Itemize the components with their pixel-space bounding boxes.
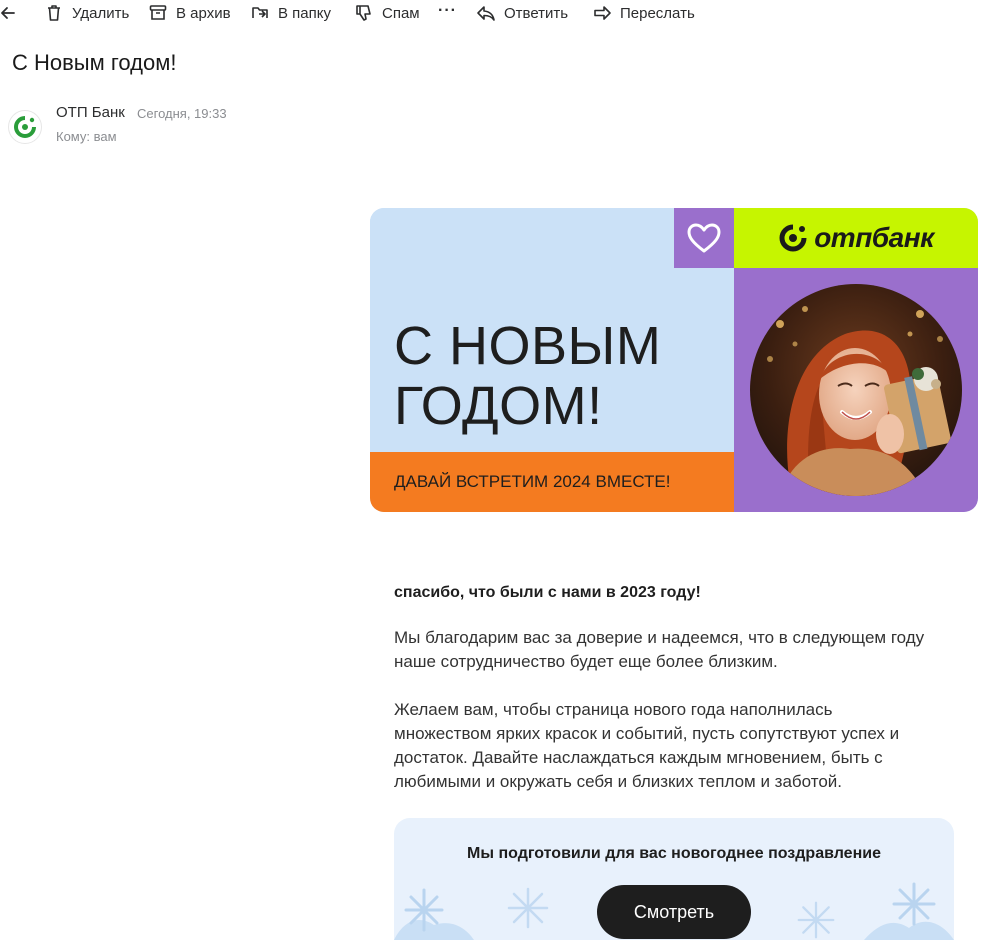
greeting-text: спасибо, что были с нами в 2023 году! bbox=[394, 584, 701, 601]
snowflake-icon bbox=[394, 888, 474, 940]
banner-title-line2: ГОДОМ! bbox=[394, 376, 603, 436]
body-paragraph-1: Мы благодарим вас за доверие и надеемся,… bbox=[394, 628, 925, 671]
woman-with-gift-photo bbox=[750, 284, 962, 496]
banner-title-line1: С НОВЫМ bbox=[394, 316, 662, 376]
snowflake-icon bbox=[507, 887, 549, 929]
banner-heart-tile bbox=[674, 208, 734, 268]
archive-button[interactable]: В архив bbox=[148, 3, 231, 23]
thumbs-down-icon bbox=[356, 5, 371, 21]
message-subject: С Новым годом! bbox=[12, 50, 177, 75]
otp-logo-icon bbox=[14, 116, 36, 138]
recipient-line: Кому: вам bbox=[56, 129, 117, 144]
banner-subtitle: ДАВАЙ ВСТРЕТИМ 2024 ВМЕСТЕ! bbox=[394, 472, 671, 491]
sender-avatar[interactable] bbox=[8, 110, 42, 144]
new-year-banner[interactable]: С НОВЫМ ГОДОМ! ДАВАЙ ВСТРЕТИМ 2024 ВМЕСТ… bbox=[370, 208, 978, 512]
sent-time: Сегодня, 19:33 bbox=[137, 106, 227, 121]
trash-icon bbox=[48, 5, 60, 21]
move-to-folder-button[interactable]: В папку bbox=[250, 3, 331, 23]
forward-icon bbox=[594, 6, 611, 20]
delete-button[interactable]: Удалить bbox=[44, 3, 129, 23]
snowflake-icon bbox=[864, 882, 954, 940]
archive-icon bbox=[149, 5, 167, 20]
reply-label: Ответить bbox=[504, 4, 569, 22]
banner-title: С НОВЫМ ГОДОМ! bbox=[394, 316, 661, 436]
spam-button[interactable]: Спам bbox=[354, 3, 420, 23]
logo-text: отпбанк bbox=[814, 222, 934, 253]
reply-button[interactable]: Ответить bbox=[476, 3, 568, 23]
forward-label: Переслать bbox=[620, 4, 695, 22]
message-toolbar: Удалить В архив В папку Спам ··· Ответит… bbox=[0, 0, 995, 28]
archive-label: В архив bbox=[176, 4, 231, 22]
watch-button[interactable]: Смотреть bbox=[597, 885, 751, 939]
cta-title: Мы подготовили для вас новогоднее поздра… bbox=[467, 845, 881, 862]
folder-label: В папку bbox=[278, 4, 331, 22]
heart-icon bbox=[687, 223, 721, 253]
spam-label: Спам bbox=[382, 4, 420, 22]
forward-button[interactable]: Переслать bbox=[592, 3, 695, 23]
delete-label: Удалить bbox=[72, 4, 130, 22]
snowflake-icon bbox=[797, 901, 835, 939]
reply-icon bbox=[477, 6, 495, 21]
folder-move-icon bbox=[252, 7, 268, 18]
otp-logo-icon bbox=[779, 224, 807, 252]
otp-logo: отпбанк bbox=[734, 208, 978, 268]
sender-name[interactable]: ОТП Банк bbox=[56, 104, 125, 121]
more-icon[interactable]: ··· bbox=[438, 2, 457, 20]
body-paragraph-2: Желаем вам, чтобы страница нового года н… bbox=[394, 700, 900, 791]
greeting-cta-card: Мы подготовили для вас новогоднее поздра… bbox=[394, 818, 954, 940]
back-arrow-icon[interactable] bbox=[0, 4, 18, 22]
